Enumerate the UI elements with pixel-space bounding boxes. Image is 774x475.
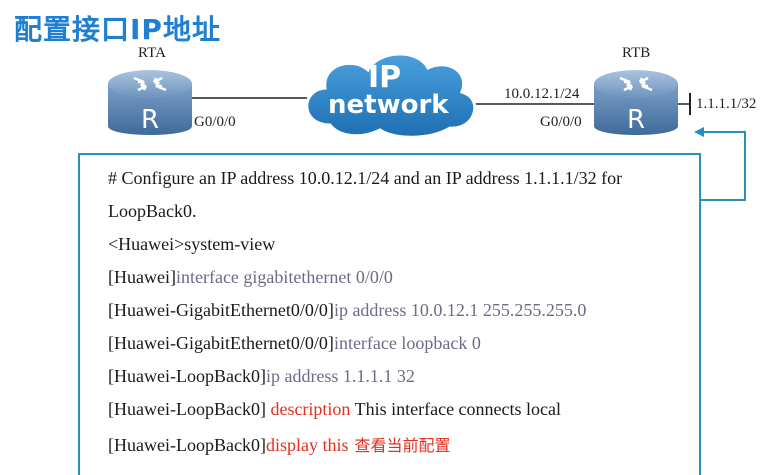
rtb-ip: 10.0.12.1/24 — [504, 86, 580, 102]
code-prompt: [Huawei-GigabitEthernet0/0/0] — [108, 333, 334, 353]
code-line-6: [Huawei-GigabitEthernet0/0/0]interface l… — [108, 333, 481, 354]
code-command: ip address 1.1.1.1 32 — [265, 366, 415, 386]
code-prompt: <Huawei>system-view — [108, 234, 276, 254]
code-line-8: [Huawei-LoopBack0] description This inte… — [108, 399, 561, 420]
code-line-5: [Huawei-GigabitEthernet0/0/0]ip address … — [108, 300, 586, 321]
code-line-3: <Huawei>system-view — [108, 234, 275, 255]
rta-name: RTA — [138, 45, 166, 61]
code-line-9: [Huawei-LoopBack0]display this 查看当前配置 — [108, 432, 450, 456]
config-code-panel: # Configure an IP address 10.0.12.1/24 a… — [78, 153, 701, 475]
code-line-7: [Huawei-LoopBack0]ip address 1.1.1.1 32 — [108, 366, 415, 387]
code-command-highlight: description — [270, 399, 351, 419]
code-note: 查看当前配置 — [354, 436, 451, 455]
code-command: interface loopback 0 — [333, 333, 481, 353]
code-command: interface gigabitethernet 0/0/0 — [175, 267, 393, 287]
code-line-4: [Huawei]interface gigabitethernet 0/0/0 — [108, 267, 393, 288]
code-prompt: [Huawei-LoopBack0] — [108, 435, 266, 455]
rtb-interface: G0/0/0 — [540, 114, 582, 130]
rtb-name: RTB — [622, 45, 651, 61]
code-line-1: # Configure an IP address 10.0.12.1/24 a… — [108, 168, 622, 189]
router-rtb-icon: R — [594, 70, 678, 135]
svg-text:R: R — [627, 105, 645, 135]
callout-arrowhead — [694, 127, 704, 137]
router-rta-icon: R — [108, 70, 192, 135]
code-description-text: This interface connects local — [350, 399, 562, 419]
code-command: ip address 10.0.12.1 255.255.255.0 — [333, 300, 587, 320]
code-line-2: LoopBack0. — [108, 201, 196, 222]
callout-connector — [697, 131, 746, 201]
code-command-highlight: display this — [265, 435, 349, 455]
rtb-loopback-ip: 1.1.1.1/32 — [696, 96, 757, 112]
code-comment-cont: LoopBack0. — [108, 201, 197, 221]
code-prompt: [Huawei-LoopBack0] — [108, 399, 271, 419]
code-prompt: [Huawei-LoopBack0] — [108, 366, 266, 386]
cloud-label-network: network — [328, 90, 449, 120]
code-prompt: [Huawei] — [108, 267, 176, 287]
svg-text:R: R — [141, 105, 159, 135]
code-prompt: [Huawei-GigabitEthernet0/0/0] — [108, 300, 334, 320]
code-comment: # Configure an IP address 10.0.12.1/24 a… — [108, 168, 623, 188]
rta-interface: G0/0/0 — [194, 114, 236, 130]
